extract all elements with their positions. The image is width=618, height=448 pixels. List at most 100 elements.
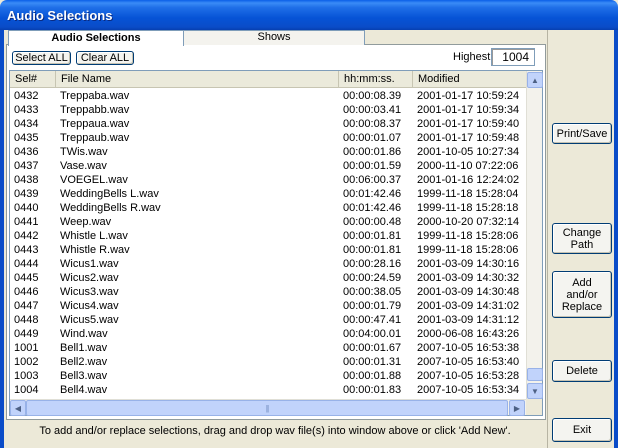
highest-field[interactable]: 1004: [491, 48, 535, 66]
cell-duration: 00:00:01.88: [343, 370, 402, 382]
scroll-left-icon[interactable]: ◀: [10, 400, 26, 416]
cell-file-name: Wicus4.wav: [60, 300, 119, 312]
add-replace-label-3: Replace: [561, 300, 603, 313]
tab-audio-selections[interactable]: Audio Selections: [8, 30, 184, 46]
change-path-label-2: Path: [570, 238, 594, 251]
cell-file-name: WeddingBells L.wav: [60, 188, 159, 200]
select-all-button[interactable]: Select ALL: [12, 51, 71, 65]
cell-sel: 1001: [14, 342, 39, 354]
cell-file-name: Bell1.wav: [60, 342, 108, 354]
column-header-sel[interactable]: Sel#: [10, 71, 56, 88]
table-row[interactable]: 0449 Wind.wav 00:04:00.01 2000-06-08 16:43:…: [10, 327, 527, 341]
table-row[interactable]: 1004 Bell4.wav 00:00:01.83 2007-10-05 16:53…: [10, 383, 527, 397]
window-frame-right: [614, 30, 618, 448]
cell-file-name: Treppaub.wav: [60, 132, 130, 144]
table-row[interactable]: 0441 Weep.wav 00:00:00.48 2000-10-20 07:32:…: [10, 215, 527, 229]
table-row[interactable]: 0448 Wicus5.wav 00:00:47.41 2001-03-09 14:3…: [10, 313, 527, 327]
table-row[interactable]: 1002 Bell2.wav 00:00:01.31 2007-10-05 16:53…: [10, 355, 527, 369]
table-row[interactable]: 1003 Bell3.wav 00:00:01.88 2007-10-05 16:53…: [10, 369, 527, 383]
table-row[interactable]: 0440 WeddingBells R.wav 00:01:42.46 1999-11…: [10, 201, 527, 215]
cell-duration: 00:06:00.37: [343, 174, 402, 186]
cell-modified: 1999-11-18 15:28:18: [417, 202, 519, 214]
cell-modified: 2001-03-09 14:31:02: [417, 300, 520, 312]
window-title: Audio Selections: [7, 8, 113, 23]
column-header-file-name[interactable]: File Name: [56, 71, 339, 88]
cell-modified: 2001-01-17 10:59:34: [417, 104, 520, 116]
table-row[interactable]: 0433 Treppabb.wav 00:00:03.41 2001-01-17 10…: [10, 103, 527, 117]
cell-file-name: Treppabb.wav: [60, 104, 130, 116]
cell-modified: 2000-11-10 07:22:06: [417, 160, 519, 172]
cell-modified: 2001-03-09 14:30:32: [417, 272, 520, 284]
cell-modified: 1999-11-18 15:28:06: [417, 230, 519, 242]
scroll-up-icon[interactable]: ▲: [527, 72, 543, 88]
status-message: To add and/or replace selections, drag a…: [39, 425, 511, 437]
cell-duration: 00:00:03.41: [343, 104, 402, 116]
vertical-scroll-thumb[interactable]: [527, 368, 543, 381]
table-row[interactable]: 1001 Bell1.wav 00:00:01.67 2007-10-05 16:53…: [10, 341, 527, 355]
select-all-label: Select ALL: [15, 52, 68, 64]
cell-modified: 2001-01-17 10:59:48: [417, 132, 520, 144]
window-frame-left: [0, 30, 4, 448]
horizontal-scroll-thumb[interactable]: |||: [26, 400, 508, 416]
table-row[interactable]: 0435 Treppaub.wav 00:00:01.07 2001-01-17 10…: [10, 131, 527, 145]
title-bar[interactable]: Audio Selections: [0, 0, 618, 30]
cell-sel: 0433: [14, 104, 39, 116]
table-row[interactable]: 0445 Wicus2.wav 00:00:24.59 2001-03-09 14:3…: [10, 271, 527, 285]
delete-button[interactable]: Delete: [552, 360, 612, 382]
change-path-label-1: Change: [562, 226, 602, 239]
cell-duration: 00:00:28.16: [343, 258, 402, 270]
list-header: Sel# File Name hh:mm:ss. Modified: [10, 71, 527, 88]
cell-modified: 2007-10-05 16:53:38: [417, 342, 520, 354]
cell-file-name: VOEGEL.wav: [60, 174, 128, 186]
table-row[interactable]: 0432 Treppaba.wav 00:00:08.39 2001-01-17 10…: [10, 89, 527, 103]
cell-duration: 00:00:01.86: [343, 146, 402, 158]
audio-list[interactable]: Sel# File Name hh:mm:ss. Modified 0432 Tr…: [9, 70, 543, 416]
column-header-duration[interactable]: hh:mm:ss.: [339, 71, 413, 88]
list-rows: 0432 Treppaba.wav 00:00:08.39 2001-01-17 10…: [10, 89, 527, 397]
table-row[interactable]: 0434 Treppaua.wav 00:00:08.37 2001-01-17 10…: [10, 117, 527, 131]
cell-sel: 0443: [14, 244, 39, 256]
scroll-right-icon[interactable]: ▶: [509, 400, 525, 416]
cell-file-name: TWis.wav: [60, 146, 108, 158]
table-row[interactable]: 0447 Wicus4.wav 00:00:01.79 2001-03-09 14:3…: [10, 299, 527, 313]
cell-modified: 2001-03-09 14:31:12: [417, 314, 520, 326]
cell-modified: 2001-03-09 14:30:48: [417, 286, 520, 298]
cell-duration: 00:00:08.39: [343, 90, 402, 102]
cell-duration: 00:00:01.79: [343, 300, 402, 312]
cell-duration: 00:00:01.81: [343, 244, 402, 256]
table-row[interactable]: 0436 TWis.wav 00:00:01.86 2001-10-05 10:27:…: [10, 145, 527, 159]
table-row[interactable]: 0438 VOEGEL.wav 00:06:00.37 2001-01-16 12:2…: [10, 173, 527, 187]
clear-all-button[interactable]: Clear ALL: [76, 51, 134, 65]
tab-shows[interactable]: Shows: [183, 30, 365, 45]
cell-duration: 00:00:01.31: [343, 356, 402, 368]
vertical-scrollbar[interactable]: ▲ ▼: [526, 71, 543, 399]
cell-file-name: WeddingBells R.wav: [60, 202, 161, 214]
table-row[interactable]: 0444 Wicus1.wav 00:00:28.16 2001-03-09 14:3…: [10, 257, 527, 271]
cell-duration: 00:04:00.01: [343, 328, 402, 340]
table-row[interactable]: 0443 Whistle R.wav 00:00:01.81 1999-11-18 1…: [10, 243, 527, 257]
print-save-label: Print/Save: [556, 127, 608, 140]
cell-sel: 0439: [14, 188, 39, 200]
cell-file-name: Wicus1.wav: [60, 258, 119, 270]
highest-label: Highest: [453, 51, 491, 63]
cell-duration: 00:00:47.41: [343, 314, 402, 326]
exit-button[interactable]: Exit: [552, 418, 612, 442]
table-row[interactable]: 0442 Whistle L.wav 00:00:01.81 1999-11-18 1…: [10, 229, 527, 243]
horizontal-scrollbar[interactable]: ◀ ||| ▶: [10, 399, 527, 416]
column-header-modified[interactable]: Modified: [413, 71, 527, 88]
add-replace-label-1: Add: [572, 276, 592, 289]
table-row[interactable]: 0437 Vase.wav 00:00:01.59 2000-11-10 07:22:…: [10, 159, 527, 173]
cell-duration: 00:00:24.59: [343, 272, 402, 284]
table-row[interactable]: 0439 WeddingBells L.wav 00:01:42.46 1999-11…: [10, 187, 527, 201]
print-save-button[interactable]: Print/Save: [552, 123, 612, 144]
change-path-button[interactable]: Change Path: [552, 223, 612, 254]
delete-label: Delete: [566, 365, 598, 377]
scroll-down-icon[interactable]: ▼: [527, 383, 543, 399]
cell-modified: 2001-10-05 10:27:34: [417, 146, 520, 158]
cell-sel: 1003: [14, 370, 39, 382]
add-replace-button[interactable]: Add and/or Replace: [552, 271, 612, 318]
cell-file-name: Wind.wav: [60, 328, 108, 340]
cell-sel: 0449: [14, 328, 39, 340]
table-row[interactable]: 0446 Wicus3.wav 00:00:38.05 2001-03-09 14:3…: [10, 285, 527, 299]
cell-modified: 2001-01-16 12:24:02: [417, 174, 520, 186]
